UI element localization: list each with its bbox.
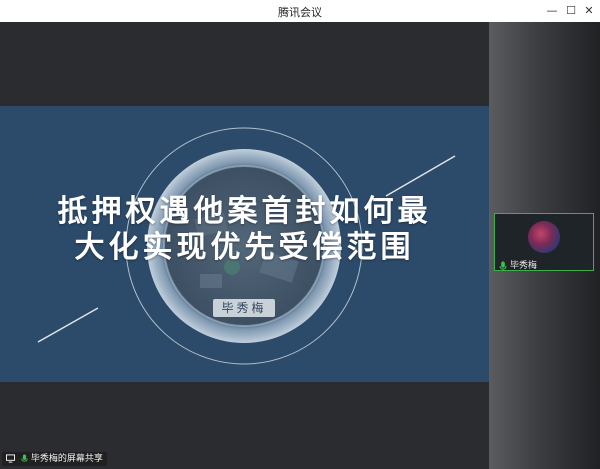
shared-screen-area[interactable]: 抵押权遇他案首封如何最 大化实现优先受偿范围 毕秀梅 (0, 22, 489, 469)
participant-name-row: 毕秀梅 (498, 258, 537, 271)
mic-icon (499, 261, 507, 271)
presentation-slide: 抵押权遇他案首封如何最 大化实现优先受偿范围 毕秀梅 (0, 106, 489, 382)
screen-share-icon (6, 454, 15, 463)
minimize-button[interactable]: — (543, 3, 561, 19)
title-bar: 腾讯会议 — ☐ ✕ (0, 0, 600, 23)
avatar (528, 221, 560, 253)
participant-video-tile[interactable]: 毕秀梅 (494, 213, 594, 271)
close-button[interactable]: ✕ (580, 3, 598, 19)
screen-share-status: 毕秀梅的屏幕共享 (2, 452, 107, 466)
maximize-button[interactable]: ☐ (562, 3, 580, 19)
participant-name: 毕秀梅 (510, 261, 538, 271)
slide-author-label: 毕秀梅 (213, 299, 275, 317)
slide-title-line2: 大化实现优先受偿范围 (74, 230, 415, 265)
screen-share-label: 毕秀梅的屏幕共享 (30, 454, 103, 464)
window-title: 腾讯会议 (278, 6, 322, 19)
mic-icon (21, 454, 28, 462)
